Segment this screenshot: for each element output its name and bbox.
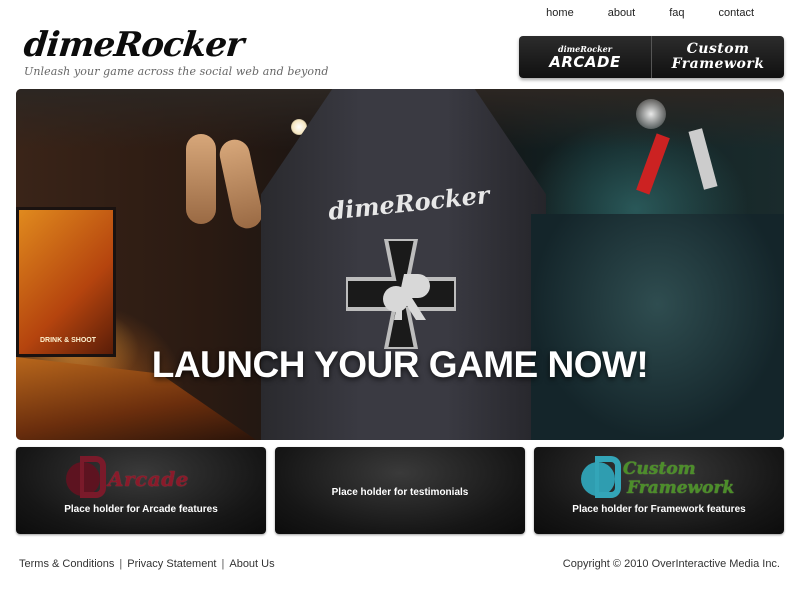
copyright-text: Copyright © 2010 OverInteractive Media I… [562, 558, 780, 570]
pinball-backglass-image: DRINK & SHOOT [16, 207, 116, 357]
custom-framework-line1: Custom [686, 41, 750, 57]
terms-link[interactable]: Terms & Conditions [19, 558, 114, 570]
custom-framework-button[interactable]: Custom Framework [651, 36, 784, 78]
arcade-button-label: ARCADE [549, 52, 621, 71]
skateboard-image [216, 136, 266, 232]
framework-logo-text: Custom Framework [623, 460, 734, 498]
testimonials-text: Place holder for testimonials [331, 487, 469, 498]
dr-logo-icon [581, 456, 621, 498]
skateboard-image [186, 134, 216, 224]
custom-framework-line2: Framework [671, 56, 765, 72]
pinball-label: DRINK & SHOOT [40, 337, 96, 344]
arcade-logo-text: Arcade [108, 467, 189, 491]
privacy-link[interactable]: Privacy Statement [127, 558, 216, 570]
nav-faq-link[interactable]: faq [652, 6, 701, 20]
framework-feature-text: Place holder for Framework features [572, 504, 746, 515]
arcade-button[interactable]: dimeRocker ARCADE [519, 36, 651, 78]
testimonials-box[interactable]: Place holder for testimonials [275, 447, 525, 534]
site-logo[interactable]: dimeRocker Unleash your game across the … [21, 25, 329, 78]
hero-headline: LAUNCH YOUR GAME NOW! [151, 344, 649, 385]
footer-separator: | [221, 558, 225, 570]
dr-logo-icon [66, 456, 106, 498]
arcade-logo: Arcade [66, 456, 189, 498]
about-us-link[interactable]: About Us [229, 558, 274, 570]
framework-logo-line2: Framework [627, 478, 735, 498]
framework-logo: Custom Framework [581, 456, 734, 498]
arcade-feature-text: Place holder for Arcade features [64, 504, 218, 515]
hero-banner[interactable]: DRINK & SHOOT dimeRocker LAUNCH YOUR GAM… [16, 89, 784, 440]
arcade-feature-box[interactable]: Arcade Place holder for Arcade features [16, 447, 266, 534]
nav-about-link[interactable]: about [591, 6, 653, 20]
nav-contact-link[interactable]: contact [702, 6, 770, 20]
footer-links: Terms & Conditions | Privacy Statement |… [19, 558, 275, 570]
iron-cross-logo-icon [346, 239, 456, 349]
top-nav: home about faq contact [529, 6, 770, 20]
framework-logo-line1: Custom [623, 459, 696, 479]
logo-tagline: Unleash your game across the social web … [24, 65, 329, 78]
hot-rod-car-image [531, 214, 784, 440]
framework-feature-box[interactable]: Custom Framework Place holder for Framew… [534, 447, 784, 534]
logo-wordmark: dimeRocker [21, 25, 246, 65]
hero-window-light [636, 99, 666, 129]
footer-separator: | [119, 558, 123, 570]
nav-home-link[interactable]: home [529, 6, 591, 20]
product-switcher: dimeRocker ARCADE Custom Framework [519, 36, 784, 78]
